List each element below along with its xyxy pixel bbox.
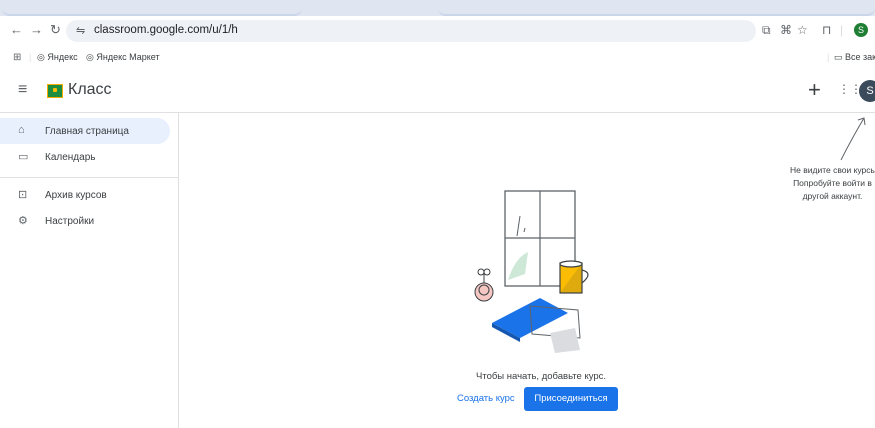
tab-inactive[interactable]: [438, 0, 875, 16]
hint-arrow: [840, 117, 866, 161]
gear-icon: ⚙: [18, 215, 28, 227]
bookmark-yandex-market[interactable]: ◎ Яндекс Маркет: [86, 52, 160, 63]
sidebar-item-settings[interactable]: ⚙ Настройки: [0, 208, 170, 234]
url-text[interactable]: classroom.google.com/u/1/h: [94, 24, 238, 36]
translate-icon[interactable]: ⌘: [780, 23, 792, 37]
extensions-icon[interactable]: ⊓: [822, 23, 831, 37]
home-icon: ⌂: [18, 124, 25, 136]
bookmark-yandex[interactable]: ◎ Яндекс: [37, 52, 78, 63]
account-hint: Не видите свои курсы? Попробуйте войти в…: [790, 164, 875, 203]
create-course-button[interactable]: Создать курс: [457, 393, 515, 404]
hint-line: Попробуйте войти в: [793, 178, 872, 188]
add-course-icon[interactable]: +: [808, 77, 821, 103]
classroom-logo[interactable]: [47, 84, 63, 98]
browser-profile-avatar[interactable]: S: [854, 23, 868, 37]
main-menu-icon[interactable]: ≡: [18, 81, 27, 99]
bookmark-star-icon[interactable]: ☆: [797, 23, 808, 37]
hint-line: Не видите свои курсы?: [790, 165, 875, 175]
empty-state-illustration: [474, 190, 589, 353]
forward-icon[interactable]: →: [30, 22, 43, 37]
reload-icon[interactable]: ↻: [50, 22, 61, 38]
bookmarks-divider: |: [29, 52, 32, 62]
app-title[interactable]: Класс: [68, 81, 112, 99]
sidebar: ⌂ Главная страница ▭ Календарь ⊡ Архив к…: [0, 113, 179, 428]
globe-icon: ◎: [37, 52, 45, 62]
install-app-icon[interactable]: ⧉: [762, 23, 771, 38]
join-course-button[interactable]: Присоединиться: [524, 387, 618, 411]
tab-strip: [0, 0, 875, 16]
hint-line: другой аккаунт.: [802, 191, 863, 201]
bookmarks-bar: ⊞ | ◎ Яндекс ◎ Яндекс Маркет | ▭ Все зак…: [0, 46, 875, 68]
apps-icon[interactable]: ⊞: [13, 52, 21, 63]
all-bookmarks[interactable]: ▭ Все заклад: [834, 52, 875, 63]
app-header: ≡ Класс + ⋮⋮⋮ S: [0, 68, 875, 113]
folder-icon: ▭: [834, 52, 843, 62]
sidebar-item-archive[interactable]: ⊡ Архив курсов: [0, 182, 170, 208]
sidebar-item-label: Настройки: [45, 216, 95, 227]
sidebar-item-label: Календарь: [45, 152, 96, 163]
sidebar-item-calendar[interactable]: ▭ Календарь: [0, 144, 170, 170]
tab-active[interactable]: [2, 0, 302, 16]
sidebar-item-label: Архив курсов: [45, 190, 107, 201]
address-bar[interactable]: ⇋ classroom.google.com/u/1/h: [66, 20, 756, 42]
browser-toolbar: ← → ↻ ⇋ classroom.google.com/u/1/h ⧉ ⌘ ☆…: [0, 16, 875, 46]
archive-icon: ⊡: [18, 189, 28, 201]
empty-state-message: Чтобы начать, добавьте курс.: [476, 371, 607, 382]
site-info-icon[interactable]: ⇋: [76, 24, 85, 37]
sidebar-divider: [0, 177, 178, 178]
back-icon[interactable]: ←: [10, 22, 23, 37]
account-avatar[interactable]: S: [859, 80, 875, 102]
toolbar-divider: |: [840, 23, 844, 37]
globe-icon: ◎: [86, 52, 94, 62]
sidebar-item-label: Главная страница: [45, 126, 129, 137]
calendar-icon: ▭: [18, 151, 29, 163]
sidebar-item-home[interactable]: ⌂ Главная страница: [0, 118, 170, 144]
bookmarks-divider-right: |: [827, 52, 830, 62]
